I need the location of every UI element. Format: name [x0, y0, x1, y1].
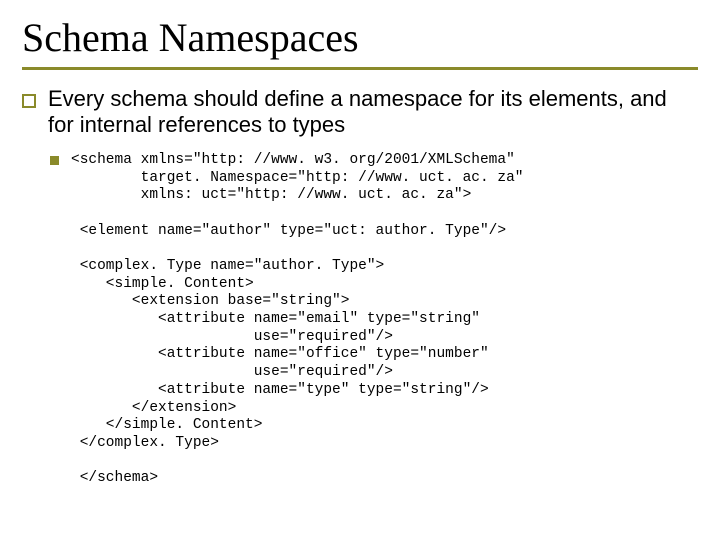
- bullet-row: Every schema should define a namespace f…: [22, 86, 698, 138]
- bullet-solid-icon: [50, 156, 59, 165]
- bullet-hollow-icon: [22, 94, 36, 108]
- code-block: <schema xmlns="http: //www. w3. org/2001…: [71, 152, 523, 488]
- page-title: Schema Namespaces: [22, 14, 698, 61]
- slide: Schema Namespaces Every schema should de…: [0, 0, 720, 488]
- title-underline: [22, 67, 698, 70]
- body-text: Every schema should define a namespace f…: [48, 86, 698, 138]
- sub-bullet-row: <schema xmlns="http: //www. w3. org/2001…: [50, 152, 698, 488]
